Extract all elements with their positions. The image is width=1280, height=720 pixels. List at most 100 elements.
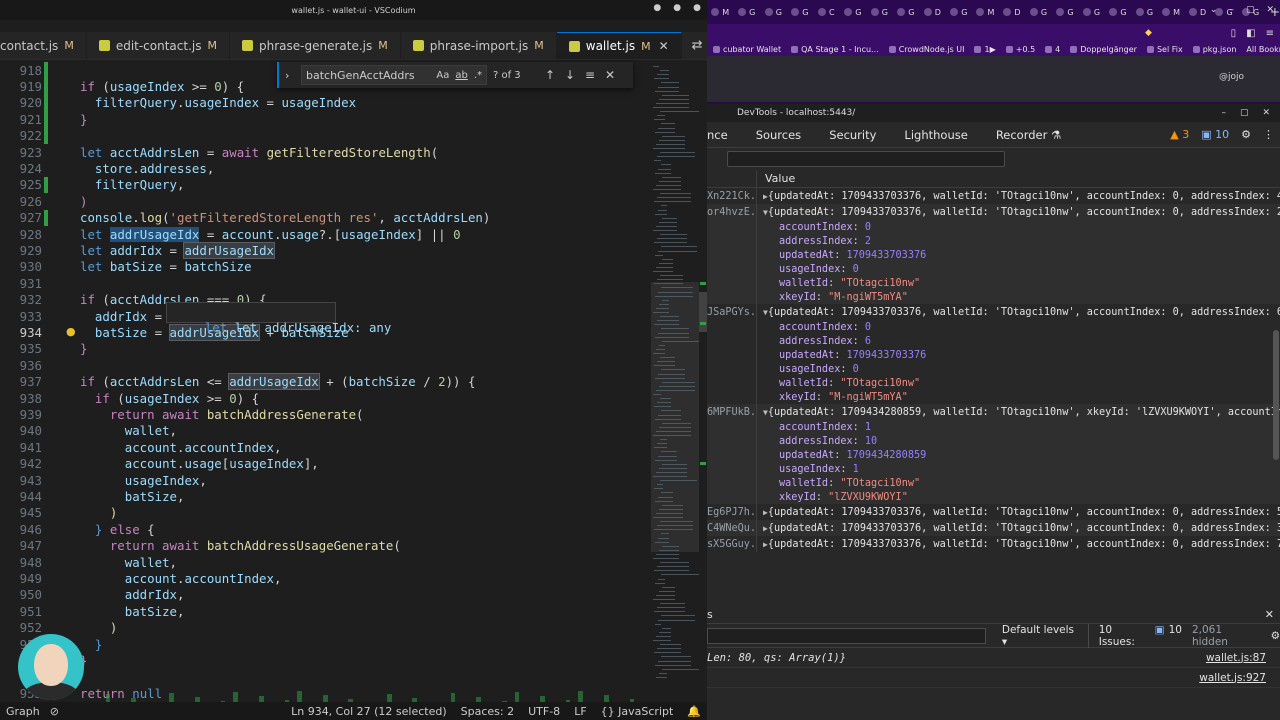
tab-wallet-js[interactable]: wallet.js M ✕ xyxy=(556,32,682,59)
bookmark-item[interactable]: +0.5 xyxy=(1005,45,1035,54)
bookmark-item[interactable]: Sel Fix xyxy=(1146,45,1183,54)
tab-phrase-generate-js[interactable]: phrase-generate.js M xyxy=(230,32,401,59)
browser-tab[interactable]: G xyxy=(866,2,893,22)
log-levels-dropdown[interactable]: Default levels ▾ xyxy=(996,623,1089,648)
close-tab-icon[interactable]: ✕ xyxy=(659,39,669,53)
close-find-icon[interactable]: ✕ xyxy=(603,68,617,82)
source-link[interactable]: wallet.js:927 xyxy=(1199,672,1266,684)
table-row[interactable]: Eg6PJ7h... ▶{updatedAt: 1709433703376, wa… xyxy=(707,504,1280,520)
browser-tab[interactable]: G xyxy=(787,2,814,22)
regex-toggle[interactable]: .* xyxy=(474,70,482,81)
browser-tab[interactable]: M xyxy=(707,2,734,22)
bookmark-item[interactable]: cubator Wallet xyxy=(713,45,781,54)
whole-word-toggle[interactable]: ab xyxy=(455,70,467,81)
object-summary[interactable]: ▼ {updatedAt: 1709434280859, walletId: 'T… xyxy=(763,404,1280,420)
console-tab-label[interactable]: s xyxy=(707,608,713,621)
table-row[interactable]: or4hvzE... ▼{updatedAt: 1709433703376, wa… xyxy=(707,204,1280,304)
previous-match-icon[interactable]: ↑ xyxy=(543,68,557,82)
message-count[interactable]: ▣ 10 xyxy=(1201,128,1229,141)
web-page-viewport[interactable]: @jojo xyxy=(707,56,1280,102)
browser-tab[interactable]: G xyxy=(893,2,920,22)
object-summary[interactable]: ▼ {updatedAt: 1709433703376, walletId: 'T… xyxy=(763,304,1280,320)
browser-tab[interactable]: D xyxy=(999,2,1026,22)
page-user-handle[interactable]: @jojo xyxy=(1219,72,1244,82)
more-options-icon[interactable]: ⋮ xyxy=(1263,128,1274,141)
minimize-icon[interactable]: – xyxy=(1221,108,1226,118)
bookmark-item[interactable]: CrowdNode.js UI xyxy=(888,45,964,54)
tab-performance[interactable]: nce xyxy=(707,128,742,142)
sidebar-icon[interactable]: ▯ xyxy=(1231,28,1237,39)
bookmark-item[interactable]: Doppelgänger xyxy=(1070,45,1137,54)
menu-icon[interactable]: ≡ xyxy=(1266,28,1274,39)
minimap-slider[interactable] xyxy=(651,282,699,552)
browser-tab[interactable]: G xyxy=(946,2,973,22)
bookmark-item[interactable]: QA Stage 1 - Incu... xyxy=(791,45,879,54)
browser-tab[interactable]: D xyxy=(919,2,946,22)
bookmark-item[interactable]: 4 xyxy=(1045,45,1060,54)
minimize-icon[interactable]: – xyxy=(1229,5,1234,15)
browser-tab[interactable]: G xyxy=(1131,2,1158,22)
all-bookmarks-button[interactable]: All Bookmarks xyxy=(1246,45,1280,54)
browser-tab[interactable]: G xyxy=(1078,2,1105,22)
table-scrollbar[interactable] xyxy=(1272,240,1280,580)
object-summary[interactable]: ▼ {updatedAt: 1709433703376, walletId: 'T… xyxy=(763,204,1280,220)
scrollbar-thumb[interactable] xyxy=(699,292,707,332)
table-row[interactable]: Xn221Ck... ▶{updatedAt: 1709433703376, wa… xyxy=(707,188,1280,204)
close-icon[interactable]: ✕ xyxy=(1266,5,1274,15)
notifications-icon[interactable]: 🔔 xyxy=(687,705,701,718)
code-area[interactable]: 918 919 if (usageIndex >= 0) { 920 filter… xyxy=(0,62,650,702)
browser-tab[interactable]: G xyxy=(734,2,761,22)
tab-recorder[interactable]: Recorder ⚗ xyxy=(982,128,1076,142)
tab-phrase-import-js[interactable]: phrase-import.js M xyxy=(401,32,557,59)
object-summary[interactable]: ▶ {updatedAt: 1709433703376, walletId: 'T… xyxy=(763,504,1280,520)
browser-tab[interactable]: G xyxy=(760,2,787,22)
console-message-text[interactable]: Len: 80, qs: Array(1)} xyxy=(707,652,846,664)
table-row[interactable]: 6MPFUkB... ▼{updatedAt: 1709434280859, wa… xyxy=(707,404,1280,504)
tab-lighthouse[interactable]: Lighthouse xyxy=(890,128,981,142)
object-summary[interactable]: ▶ {updatedAt: 1709433703376, walletId: 'T… xyxy=(763,188,1280,204)
warning-count[interactable]: ▲ 3 xyxy=(1170,128,1189,141)
wallet-icon[interactable]: ◧ xyxy=(1246,28,1255,39)
find-in-selection-icon[interactable]: ≡ xyxy=(583,68,597,82)
browser-tab[interactable]: D xyxy=(1184,2,1211,22)
lightbulb-icon[interactable]: ● xyxy=(66,325,76,338)
match-case-toggle[interactable]: Aa xyxy=(436,70,449,81)
git-graph-item[interactable]: Graph xyxy=(6,705,40,718)
maximize-icon[interactable]: ▢ xyxy=(1240,108,1249,118)
tab-sources[interactable]: Sources xyxy=(742,128,816,142)
compare-icon[interactable]: ⇄ xyxy=(692,38,703,53)
browser-tab[interactable]: G xyxy=(840,2,867,22)
find-input[interactable]: batchGenAcctAddrs Aa ab .* xyxy=(301,65,487,85)
tab-contact-js[interactable]: contact.js M xyxy=(0,32,87,59)
indentation[interactable]: Spaces: 2 xyxy=(461,705,514,718)
table-row[interactable]: JSaPGYs... ▼{updatedAt: 1709433703376, wa… xyxy=(707,304,1280,404)
bell-off-icon[interactable]: ⊘ xyxy=(50,705,59,718)
chevron-down-icon[interactable]: ⌄ xyxy=(1210,5,1218,15)
editor-scrollbar[interactable] xyxy=(699,62,707,702)
object-summary[interactable]: ▶ {updatedAt: 1709433703376, walletId: 'T… xyxy=(763,520,1280,536)
close-drawer-icon[interactable]: ✕ xyxy=(1265,608,1274,621)
browser-tab[interactable]: M xyxy=(1158,2,1185,22)
maximize-icon[interactable]: ● xyxy=(673,3,681,13)
language-mode[interactable]: {} JavaScript xyxy=(601,705,674,718)
toggle-replace-icon[interactable]: › xyxy=(285,69,295,82)
browser-tab[interactable]: C xyxy=(813,2,840,22)
console-settings-icon[interactable]: ⚙ xyxy=(1271,630,1280,642)
bookmark-item[interactable]: 1▶ xyxy=(974,45,996,54)
close-icon[interactable]: ● xyxy=(693,3,701,13)
browser-tab[interactable]: G xyxy=(1052,2,1079,22)
browser-tab[interactable]: G xyxy=(1025,2,1052,22)
maximize-icon[interactable]: ▢ xyxy=(1246,5,1255,15)
source-link[interactable]: wallet.js:87 xyxy=(1206,652,1266,664)
tab-edit-contact-js[interactable]: edit-contact.js M xyxy=(87,32,230,59)
object-summary[interactable]: ▶ {updatedAt: 1709433703376, walletId: 'T… xyxy=(763,536,1280,552)
encoding[interactable]: UTF-8 xyxy=(528,705,560,718)
issues-counter[interactable]: 10 Issues: ▣ 10 xyxy=(1099,624,1182,648)
minimize-icon[interactable]: ● xyxy=(653,3,661,13)
table-row[interactable]: sX5GGuy... ▶{updatedAt: 1709433703376, wa… xyxy=(707,536,1280,552)
minimap[interactable] xyxy=(651,62,701,702)
browser-tab[interactable]: G xyxy=(1105,2,1132,22)
cursor-position[interactable]: Ln 934, Col 27 (12 selected) xyxy=(291,705,447,718)
table-row[interactable]: C4WNeQu... ▶{updatedAt: 1709433703376, wa… xyxy=(707,520,1280,536)
storage-filter-input[interactable] xyxy=(727,151,1005,167)
